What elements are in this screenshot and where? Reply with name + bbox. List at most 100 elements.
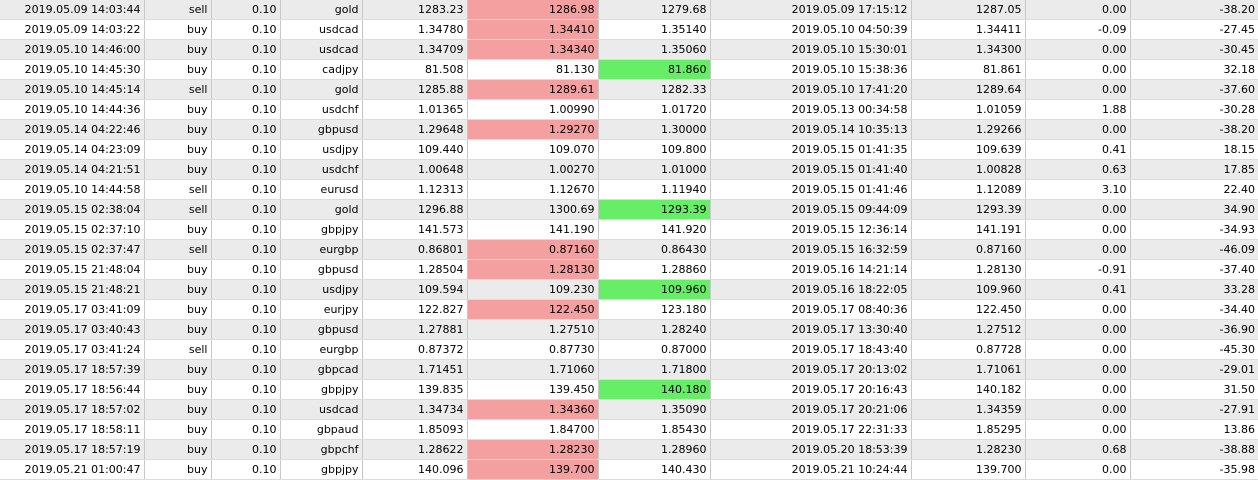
cell-close-price: 1.28230: [911, 439, 1026, 460]
cell-close-time: 2019.05.13 00:34:58: [710, 99, 912, 120]
cell-close-price: 1.12089: [911, 179, 1026, 200]
cell-profit: -35.98: [1130, 459, 1258, 480]
cell-open-time: 2019.05.14 04:23:09: [0, 139, 145, 160]
cell-size: 0.10: [211, 319, 281, 340]
cell-size: 0.10: [211, 379, 281, 400]
cell-stop-loss: 109.070: [467, 139, 599, 160]
cell-price: 122.827: [362, 299, 468, 320]
cell-close-time: 2019.05.17 20:16:43: [710, 379, 912, 400]
table-row[interactable]: 2019.05.14 04:23:09 buy 0.10 usdjpy 109.440 1…: [0, 139, 1258, 160]
cell-open-time: 2019.05.17 18:56:44: [0, 379, 145, 400]
table-row[interactable]: 2019.05.17 03:41:24 sell 0.10 eurgbp 0.87372…: [0, 339, 1258, 360]
cell-close-time: 2019.05.15 01:41:35: [710, 139, 912, 160]
table-row[interactable]: 2019.05.15 21:48:04 buy 0.10 gbpusd 1.28504 1…: [0, 259, 1258, 280]
cell-commission: 0.00: [1025, 459, 1131, 480]
cell-close-time: 2019.05.17 22:31:33: [710, 419, 912, 440]
cell-close-time: 2019.05.17 08:40:36: [710, 299, 912, 320]
cell-take-profit: 1.35090: [598, 399, 711, 420]
cell-close-price: 109.960: [911, 279, 1026, 300]
table-row[interactable]: 2019.05.09 14:03:44 sell 0.10 gold 1283.23 12…: [0, 0, 1258, 20]
table-row[interactable]: 2019.05.10 14:44:58 sell 0.10 eurusd 1.12313…: [0, 179, 1258, 200]
cell-open-time: 2019.05.17 18:58:11: [0, 419, 145, 440]
cell-close-time: 2019.05.15 01:41:46: [710, 179, 912, 200]
cell-profit: 17.85: [1130, 159, 1258, 180]
trade-history-table: 2019.05.09 14:03:44 sell 0.10 gold 1283.23 12…: [0, 0, 1258, 480]
cell-type: buy: [144, 319, 212, 340]
cell-type: buy: [144, 139, 212, 160]
table-row[interactable]: 2019.05.15 02:37:47 sell 0.10 eurgbp 0.86801…: [0, 239, 1258, 260]
table-row[interactable]: 2019.05.10 14:45:14 sell 0.10 gold 1285.88 12…: [0, 79, 1258, 100]
cell-size: 0.10: [211, 19, 281, 40]
cell-close-time: 2019.05.15 01:41:40: [710, 159, 912, 180]
cell-take-profit: 1.35140: [598, 19, 711, 40]
cell-type: buy: [144, 59, 212, 80]
cell-commission: 0.00: [1025, 199, 1131, 220]
cell-item: gbpjpy: [280, 219, 363, 240]
table-row[interactable]: 2019.05.17 03:41:09 buy 0.10 eurjpy 122.827 1…: [0, 299, 1258, 320]
cell-commission: 0.41: [1025, 139, 1131, 160]
cell-price: 1296.88: [362, 199, 468, 220]
cell-close-time: 2019.05.17 13:30:40: [710, 319, 912, 340]
cell-profit: -34.40: [1130, 299, 1258, 320]
cell-open-time: 2019.05.09 14:03:44: [0, 0, 145, 20]
cell-open-time: 2019.05.15 21:48:04: [0, 259, 145, 280]
cell-close-price: 1.34300: [911, 39, 1026, 60]
cell-type: buy: [144, 279, 212, 300]
cell-size: 0.10: [211, 79, 281, 100]
cell-price: 1.28622: [362, 439, 468, 460]
cell-size: 0.10: [211, 99, 281, 120]
cell-take-profit: 141.920: [598, 219, 711, 240]
table-row[interactable]: 2019.05.14 04:22:46 buy 0.10 gbpusd 1.29648 1…: [0, 119, 1258, 140]
table-row[interactable]: 2019.05.17 18:56:44 buy 0.10 gbpjpy 139.835 1…: [0, 379, 1258, 400]
cell-stop-loss: 1.34360: [467, 399, 599, 420]
cell-price: 1.34780: [362, 19, 468, 40]
cell-stop-loss: 1.34340: [467, 39, 599, 60]
cell-commission: 0.00: [1025, 59, 1131, 80]
cell-close-time: 2019.05.17 20:13:02: [710, 359, 912, 380]
cell-take-profit: 0.87000: [598, 339, 711, 360]
table-row[interactable]: 2019.05.17 03:40:43 buy 0.10 gbpusd 1.27881 1…: [0, 319, 1258, 340]
cell-price: 1.00648: [362, 159, 468, 180]
cell-stop-loss: 109.230: [467, 279, 599, 300]
cell-close-time: 2019.05.17 20:21:06: [710, 399, 912, 420]
cell-open-time: 2019.05.10 14:45:30: [0, 59, 145, 80]
cell-take-profit: 1.01720: [598, 99, 711, 120]
cell-stop-loss: 1.12670: [467, 179, 599, 200]
cell-profit: -34.93: [1130, 219, 1258, 240]
table-row[interactable]: 2019.05.17 18:57:19 buy 0.10 gbpchf 1.28622 1…: [0, 439, 1258, 460]
cell-close-price: 1.01059: [911, 99, 1026, 120]
table-row[interactable]: 2019.05.10 14:45:30 buy 0.10 cadjpy 81.508 81…: [0, 59, 1258, 80]
cell-price: 1283.23: [362, 0, 468, 20]
table-row[interactable]: 2019.05.10 14:44:36 buy 0.10 usdchf 1.01365 1…: [0, 99, 1258, 120]
table-row[interactable]: 2019.05.15 02:37:10 buy 0.10 gbpjpy 141.573 1…: [0, 219, 1258, 240]
cell-size: 0.10: [211, 179, 281, 200]
cell-take-profit: 1.28960: [598, 439, 711, 460]
cell-profit: -38.88: [1130, 439, 1258, 460]
cell-take-profit: 1293.39: [598, 199, 711, 220]
cell-close-price: 139.700: [911, 459, 1026, 480]
cell-type: sell: [144, 0, 212, 20]
table-row[interactable]: 2019.05.17 18:58:11 buy 0.10 gbpaud 1.85093 1…: [0, 419, 1258, 440]
cell-open-time: 2019.05.17 18:57:19: [0, 439, 145, 460]
cell-type: buy: [144, 299, 212, 320]
table-row[interactable]: 2019.05.21 01:00:47 buy 0.10 gbpjpy 140.096 1…: [0, 459, 1258, 480]
cell-item: gbpcad: [280, 359, 363, 380]
table-row[interactable]: 2019.05.15 02:38:04 sell 0.10 gold 1296.88 13…: [0, 199, 1258, 220]
cell-close-time: 2019.05.09 17:15:12: [710, 0, 912, 20]
cell-commission: 0.00: [1025, 339, 1131, 360]
table-row[interactable]: 2019.05.09 14:03:22 buy 0.10 usdcad 1.34780 1…: [0, 19, 1258, 40]
table-row[interactable]: 2019.05.17 18:57:39 buy 0.10 gbpcad 1.71451 1…: [0, 359, 1258, 380]
cell-stop-loss: 1.28230: [467, 439, 599, 460]
cell-item: usdcad: [280, 39, 363, 60]
cell-close-price: 140.182: [911, 379, 1026, 400]
cell-item: eurgbp: [280, 339, 363, 360]
cell-size: 0.10: [211, 219, 281, 240]
table-row[interactable]: 2019.05.17 18:57:02 buy 0.10 usdcad 1.34734 1…: [0, 399, 1258, 420]
table-row[interactable]: 2019.05.14 04:21:51 buy 0.10 usdchf 1.00648 1…: [0, 159, 1258, 180]
cell-type: buy: [144, 39, 212, 60]
cell-open-time: 2019.05.15 21:48:21: [0, 279, 145, 300]
table-row[interactable]: 2019.05.15 21:48:21 buy 0.10 usdjpy 109.594 1…: [0, 279, 1258, 300]
cell-commission: 0.00: [1025, 379, 1131, 400]
table-row[interactable]: 2019.05.10 14:46:00 buy 0.10 usdcad 1.34709 1…: [0, 39, 1258, 60]
cell-take-profit: 1.71800: [598, 359, 711, 380]
